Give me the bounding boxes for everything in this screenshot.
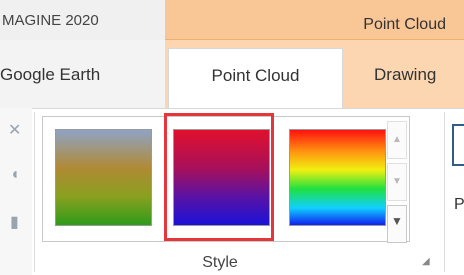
tab-drawing[interactable]: Drawing [374,65,436,85]
tab-google-earth[interactable]: Google Earth [0,65,100,85]
group-divider [34,112,35,272]
tool-icon[interactable]: ▮ [10,212,19,232]
app-title: MAGINE 2020 [2,12,99,29]
group-divider [444,112,445,272]
style-group-label: Style [202,254,238,271]
gallery-more-button[interactable]: ▼ [387,205,407,243]
tab-point-cloud-label: Point Cloud [211,66,300,85]
gallery-scroll-up-button[interactable]: ▲ [387,121,407,159]
gallery-scroll-down-button[interactable]: ▼ [387,163,407,201]
dialog-launcher-icon[interactable]: ◢ [422,256,434,268]
contextual-tab-header: Point Cloud [165,0,464,40]
ribbon-previous-group-edge: ✕ ◖ ▮ [0,108,32,275]
tool-icon[interactable]: ✕ [8,120,21,140]
style-swatch-elevation[interactable] [55,129,152,226]
app-title-bar: MAGINE 2020 [0,0,165,40]
document-icon[interactable] [452,124,464,166]
selected-style-highlight [164,113,274,241]
contextual-tab-title: Point Cloud [363,16,446,33]
partial-group-label: P [454,196,464,213]
style-swatch-rainbow[interactable] [289,129,386,226]
tool-icon[interactable]: ◖ [10,166,20,184]
tab-point-cloud[interactable]: Point Cloud [168,48,343,111]
